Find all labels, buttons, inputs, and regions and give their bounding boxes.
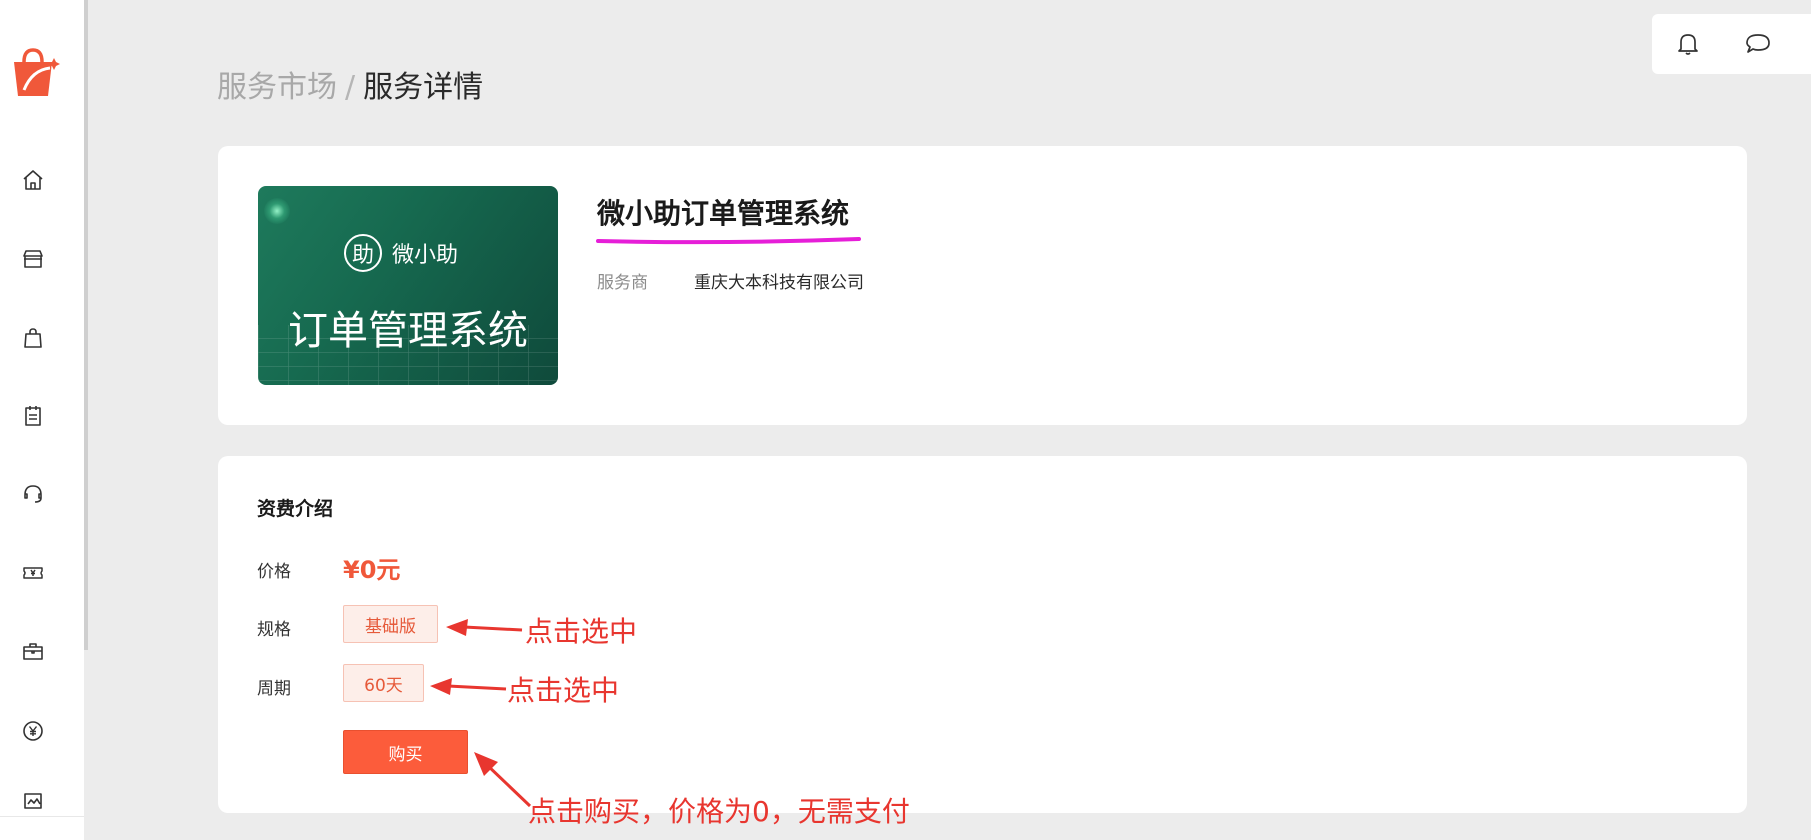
annotation-spec: 点击选中 (525, 615, 638, 648)
sidebar-divider (0, 816, 84, 817)
sidebar-item-service[interactable] (16, 477, 50, 511)
clipboard-icon (25, 406, 41, 426)
breadcrumb: 服务市场 / 服务详情 (217, 62, 483, 106)
sidebar-item-store[interactable] (16, 242, 50, 276)
sidebar-item-products[interactable] (16, 321, 50, 355)
vendor-name: 重庆大本科技有限公司 (694, 273, 864, 293)
sidebar-scrollbar[interactable] (84, 0, 88, 650)
breadcrumb-current: 服务详情 (363, 70, 484, 105)
annotation-arrow-period (430, 678, 507, 695)
headset-icon (24, 485, 42, 503)
shopping-bag-logo-icon[interactable] (8, 44, 60, 100)
breadcrumb-separator: / (345, 70, 356, 105)
sidebar-item-business[interactable] (16, 634, 50, 668)
vendor-row: 服务商 重庆大本科技有限公司 (597, 268, 864, 293)
annotation-period: 点击选中 (507, 674, 620, 707)
sidebar (0, 0, 84, 840)
bell-icon[interactable] (1674, 30, 1702, 58)
sidebar-item-home[interactable] (16, 163, 50, 197)
vendor-label: 服务商 (597, 273, 648, 293)
product-card: 助 微小助 订单管理系统 微小助订单管理系统 服务商 重庆大本科技有限公司 (218, 146, 1747, 425)
ticket-icon (23, 567, 43, 579)
image-icon (24, 793, 42, 809)
sidebar-item-coupons[interactable] (16, 556, 50, 590)
sidebar-item-orders[interactable] (16, 399, 50, 433)
store-icon (23, 250, 43, 268)
annotation-buy: 点击购买，价格为0，无需支付 (528, 795, 910, 828)
annotation-arrow-buy (474, 752, 532, 808)
shopping-bag-icon (24, 328, 42, 348)
period-label: 周期 (257, 679, 291, 699)
product-thumbnail: 助 微小助 订单管理系统 (258, 186, 558, 385)
briefcase-icon (23, 643, 43, 660)
chat-bubble-icon[interactable] (1744, 30, 1772, 58)
price-label: 价格 (257, 562, 291, 582)
yen-icon (23, 721, 43, 741)
thumbnail-glow (264, 198, 290, 224)
breadcrumb-parent[interactable]: 服务市场 (217, 70, 337, 105)
buy-button[interactable]: 购买 (343, 730, 468, 774)
section-title: 资费介绍 (257, 498, 334, 520)
spec-option-basic[interactable]: 基础版 (343, 605, 438, 643)
annotation-arrow-spec (446, 619, 523, 636)
home-icon (23, 170, 43, 190)
price-value: ¥0元 (343, 556, 401, 584)
thumbnail-title: 订单管理系统 (288, 308, 528, 354)
top-actions (1652, 14, 1811, 74)
thumbnail-brand-name: 微小助 (392, 243, 459, 268)
sidebar-item-media[interactable] (16, 788, 50, 812)
brand-mark-icon: 助 (344, 234, 382, 272)
sidebar-item-finance[interactable] (16, 714, 50, 748)
highlight-underline (596, 237, 861, 245)
spec-label: 规格 (257, 620, 291, 640)
thumbnail-brand: 助 微小助 (344, 234, 458, 272)
product-name: 微小助订单管理系统 (597, 197, 850, 230)
period-option-60-days[interactable]: 60天 (343, 664, 424, 702)
